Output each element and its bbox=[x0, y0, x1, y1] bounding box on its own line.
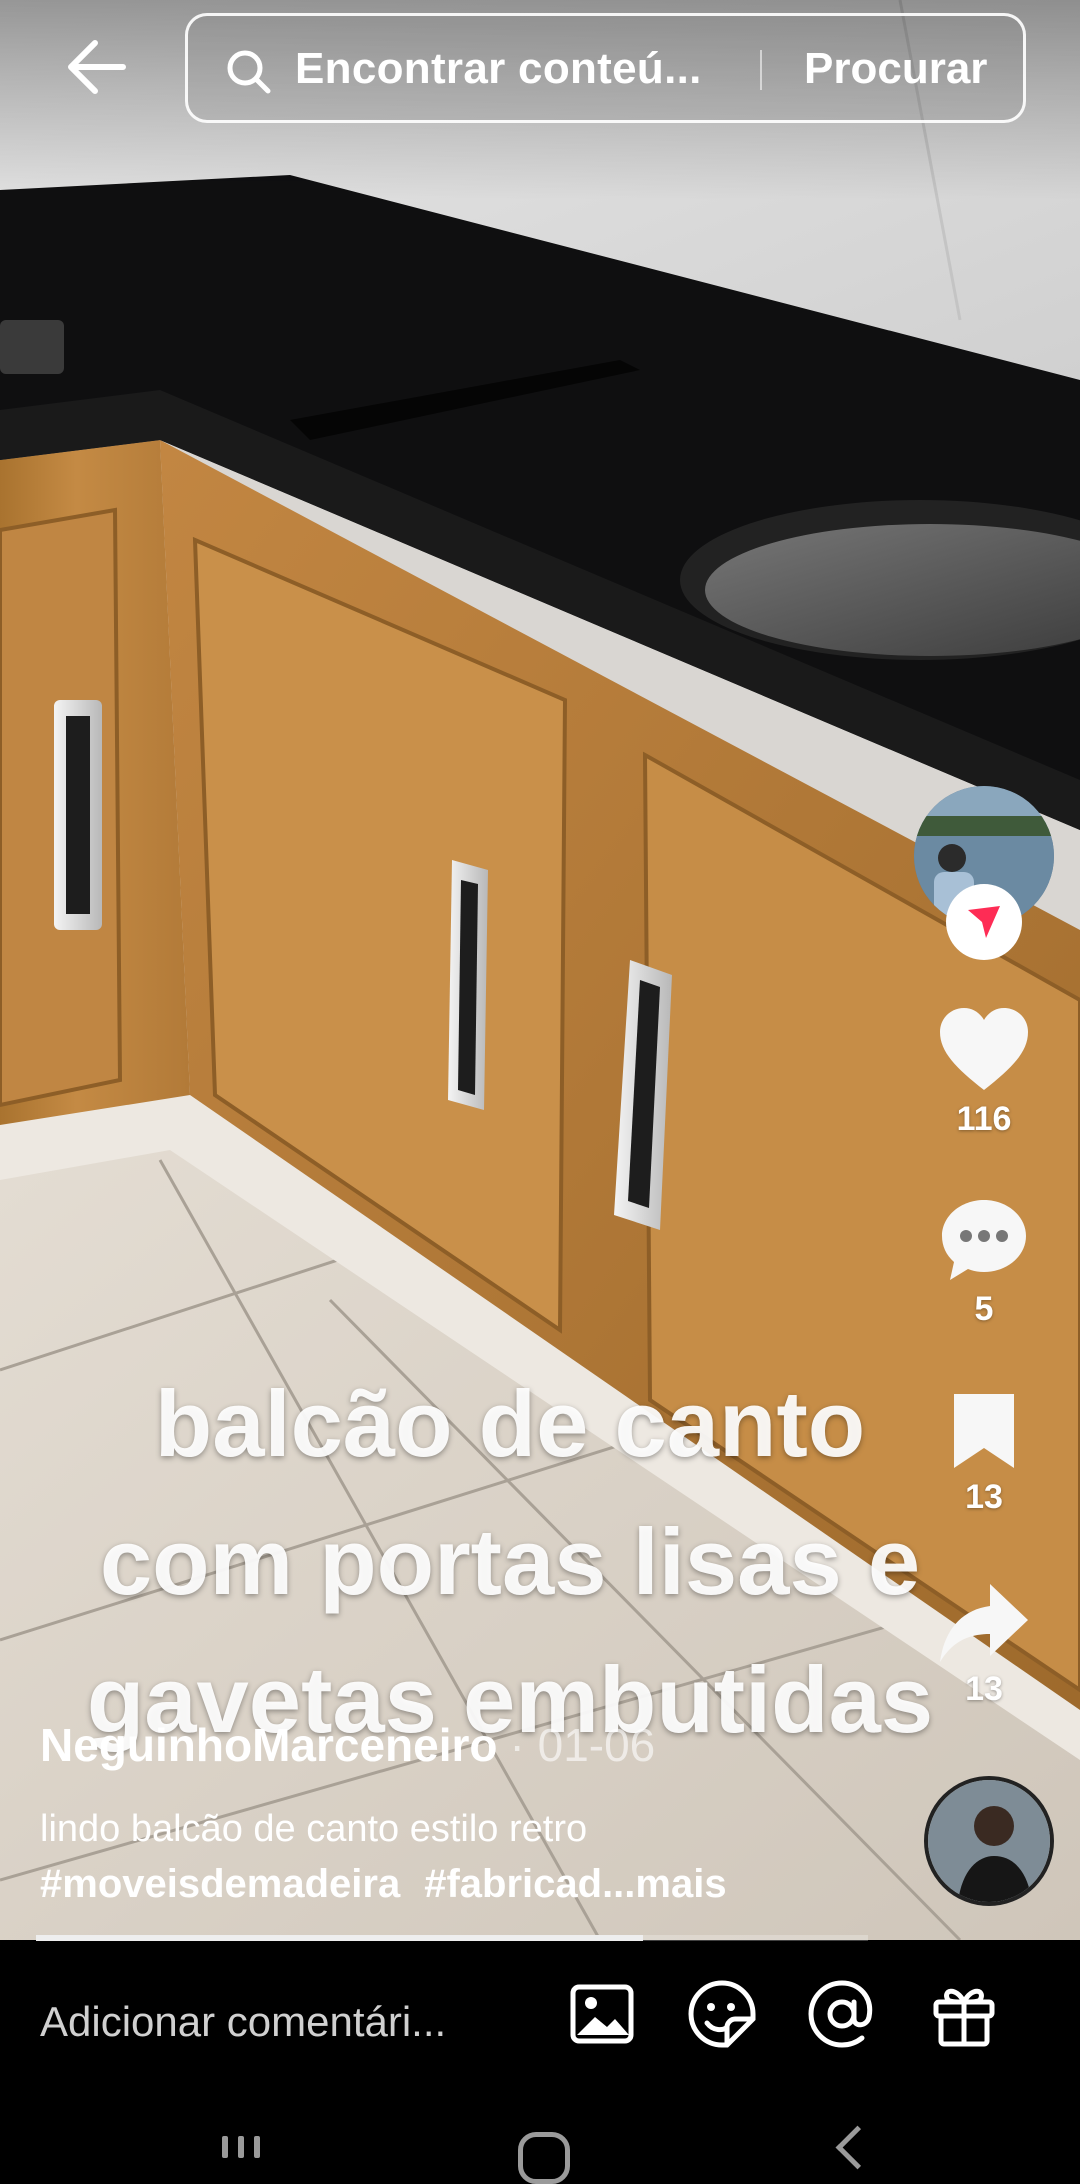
recents-button[interactable] bbox=[222, 2136, 260, 2158]
comment-count: 5 bbox=[974, 1290, 994, 1328]
search-bar[interactable]: Encontrar conteú... Procurar bbox=[185, 13, 1026, 123]
image-icon bbox=[570, 1984, 634, 2044]
search-input[interactable]: Encontrar conteú... bbox=[295, 44, 702, 94]
video-overlay-line-2: com portas lisas e bbox=[99, 1509, 921, 1614]
comment-input[interactable]: Adicionar comentári... bbox=[40, 1998, 446, 2046]
follow-button[interactable] bbox=[946, 884, 1022, 960]
music-avatar-image bbox=[928, 1780, 1050, 1902]
music-disc[interactable] bbox=[924, 1776, 1054, 1906]
emoji-button[interactable] bbox=[686, 1978, 758, 2050]
search-icon bbox=[227, 50, 271, 94]
author-line: NeguinhoMarceneiro · 01-06 bbox=[40, 1718, 655, 1772]
at-sign-icon bbox=[808, 1980, 873, 2048]
system-back-button[interactable] bbox=[835, 2125, 880, 2170]
mention-button[interactable] bbox=[806, 1978, 878, 2050]
post-description: lindo balcão de canto estilo retro bbox=[40, 1808, 588, 1850]
comment-bar: Adicionar comentári... bbox=[0, 1942, 1080, 2102]
heart-icon bbox=[940, 1008, 1028, 1090]
comment-bubble-icon bbox=[942, 1200, 1026, 1280]
emoji-sticker-icon bbox=[688, 1980, 756, 2048]
system-navigation-bar bbox=[0, 2102, 1080, 2184]
comment-button[interactable]: 5 bbox=[924, 1196, 1044, 1329]
video-progress-fill bbox=[36, 1935, 644, 1941]
follow-plus-icon bbox=[968, 906, 1000, 938]
home-button[interactable] bbox=[518, 2132, 570, 2184]
gift-button[interactable] bbox=[928, 1978, 1000, 2050]
back-button[interactable] bbox=[62, 32, 132, 102]
save-count: 13 bbox=[965, 1478, 1003, 1516]
arrow-left-icon bbox=[68, 40, 126, 94]
search-divider bbox=[760, 50, 762, 90]
share-button[interactable]: 13 bbox=[924, 1580, 1044, 1709]
post-date: · 01-06 bbox=[509, 1719, 656, 1771]
save-button[interactable]: 13 bbox=[924, 1390, 1044, 1517]
image-button[interactable] bbox=[566, 1978, 638, 2050]
bookmark-icon bbox=[954, 1394, 1014, 1468]
hashtag[interactable]: #moveisdemadeira bbox=[40, 1862, 400, 1906]
like-button[interactable]: 116 bbox=[924, 1006, 1044, 1139]
hashtags: #moveisdemadeira #fabricad...mais bbox=[40, 1862, 727, 1907]
search-submit-button[interactable]: Procurar bbox=[804, 44, 987, 94]
like-count: 116 bbox=[956, 1100, 1012, 1138]
hashtag[interactable]: #fabricad bbox=[424, 1862, 602, 1906]
more-link[interactable]: ...mais bbox=[602, 1862, 727, 1906]
share-arrow-icon bbox=[940, 1584, 1028, 1662]
gift-icon bbox=[933, 1988, 995, 2047]
author-name[interactable]: NeguinhoMarceneiro bbox=[40, 1719, 498, 1771]
video-overlay-line-1: balcão de canto bbox=[154, 1371, 866, 1476]
share-count: 13 bbox=[965, 1670, 1003, 1708]
